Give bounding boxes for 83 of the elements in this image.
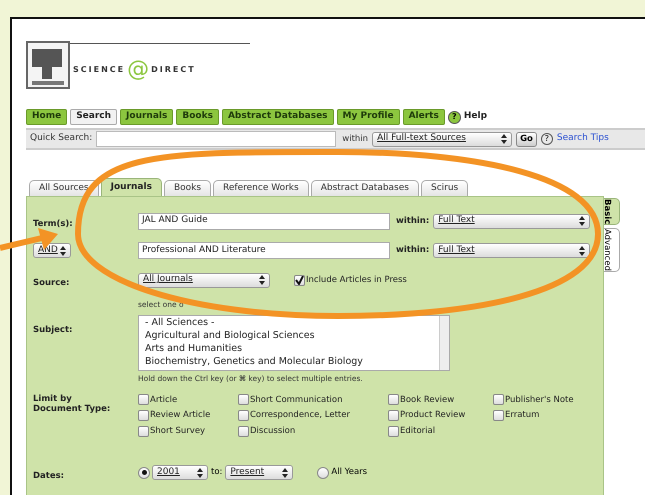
checkbox[interactable]: [388, 426, 399, 437]
subject-list[interactable]: - All Sciences - Agricultural and Biological Sciences Arts and Humanities Biochemistry, Genetics and Molecular Biology: [138, 315, 450, 372]
list-option[interactable]: - All Sciences -: [145, 316, 439, 330]
tab[interactable]: Reference Works: [213, 180, 309, 196]
search-tips-link[interactable]: Search Tips: [556, 132, 609, 146]
logo-text: DIRECT: [151, 64, 196, 76]
field-label: Term(s):: [33, 219, 73, 229]
field-label: within: [342, 132, 368, 146]
checkbox-label: Erratum: [505, 409, 540, 422]
logo-at-sign: @: [127, 59, 150, 81]
help-icon[interactable]: ?: [448, 110, 461, 124]
nav-button[interactable]: My Profile: [336, 109, 400, 125]
year-dropdown[interactable]: 2001: [152, 465, 208, 480]
checkbox-label: Article: [150, 394, 178, 406]
help-link[interactable]: Help: [464, 110, 488, 124]
search-term-field[interactable]: JAL AND Guide: [138, 212, 390, 230]
field-label: Quick Search:: [30, 132, 92, 146]
checkbox-label: Discussion: [250, 425, 296, 438]
side-tab[interactable]: Advanced: [604, 228, 620, 272]
tab[interactable]: All Sources: [29, 180, 99, 196]
go-button[interactable]: Go: [516, 132, 537, 146]
updown-arrow-icon: [501, 134, 508, 144]
nav-button[interactable]: Journals: [120, 109, 174, 125]
field-label: Subject:: [33, 325, 72, 336]
checkbox[interactable]: [294, 274, 305, 286]
checkbox-label: Product Review: [400, 409, 466, 422]
checkbox[interactable]: [388, 410, 399, 422]
checkbox[interactable]: [138, 394, 149, 406]
checkbox[interactable]: [493, 410, 504, 422]
updown-arrow-icon: [259, 275, 265, 285]
annotation-arrow: [0, 228, 58, 251]
logo-text: SCIENCE: [73, 64, 126, 76]
tab[interactable]: Journals: [100, 178, 162, 196]
checkbox[interactable]: [493, 394, 504, 406]
checkbox[interactable]: [238, 426, 249, 437]
updown-arrow-icon: [579, 246, 586, 256]
field-dropdown[interactable]: Full Text: [433, 243, 590, 258]
help-icon[interactable]: ?: [540, 133, 553, 145]
checkbox-label: Correspondence, Letter: [250, 409, 350, 422]
updown-arrow-icon: [282, 468, 288, 478]
checkbox[interactable]: [388, 394, 399, 406]
field-label: to:: [211, 466, 222, 480]
nav-button[interactable]: Alerts: [402, 109, 445, 125]
checkbox-label: Short Survey: [150, 425, 206, 438]
field-label: Limit by Document Type:: [33, 394, 112, 414]
field-label: within:: [396, 214, 430, 228]
checkbox-label: Publisher's Note: [505, 394, 574, 406]
checkbox-label: Book Review: [400, 394, 454, 406]
field-label: Source:: [33, 278, 70, 288]
radio-label: All Years: [331, 466, 368, 480]
checkbox-label: Review Article: [150, 409, 210, 422]
updown-arrow-icon: [60, 246, 66, 256]
list-option[interactable]: Biochemistry, Genetics and Molecular Biology: [145, 355, 439, 368]
list-option[interactable]: Agricultural and Biological Sciences: [145, 329, 439, 342]
radio-button[interactable]: [317, 466, 330, 479]
checkbox-label: Editorial: [400, 425, 436, 438]
list-option[interactable]: Arts and Humanities: [145, 342, 439, 356]
source-dropdown[interactable]: All Full-text Sources: [372, 132, 512, 146]
field-dropdown[interactable]: Full Text: [433, 214, 590, 228]
checkbox-label: Include Articles in Press: [306, 274, 407, 286]
side-tab[interactable]: Basic: [604, 198, 620, 226]
year-dropdown[interactable]: Present: [225, 465, 294, 480]
checkbox[interactable]: [138, 426, 149, 437]
checkbox[interactable]: [238, 410, 249, 422]
scrollbar[interactable]: [439, 316, 449, 370]
updown-arrow-icon: [197, 468, 203, 478]
tab[interactable]: Books: [164, 180, 212, 196]
nav-button[interactable]: Books: [176, 109, 219, 125]
checkbox-label: Short Communication: [250, 394, 343, 406]
search-term-field[interactable]: Professional AND Literature: [138, 242, 390, 259]
field-label: Dates:: [33, 470, 64, 481]
field-label: within:: [396, 244, 430, 257]
nav-button[interactable]: Home: [26, 109, 68, 125]
radio-button[interactable]: [138, 466, 150, 479]
tab[interactable]: Scirus: [420, 180, 468, 196]
nav-button[interactable]: Abstract Databases: [222, 109, 334, 125]
updown-arrow-icon: [579, 216, 586, 226]
quick-search-field[interactable]: [96, 131, 336, 147]
source-dropdown[interactable]: All Journals: [138, 272, 270, 288]
checkbox[interactable]: [238, 394, 249, 406]
nav-button[interactable]: Search: [70, 109, 118, 125]
checkbox[interactable]: [138, 410, 149, 422]
tab[interactable]: Abstract Databases: [310, 180, 419, 196]
